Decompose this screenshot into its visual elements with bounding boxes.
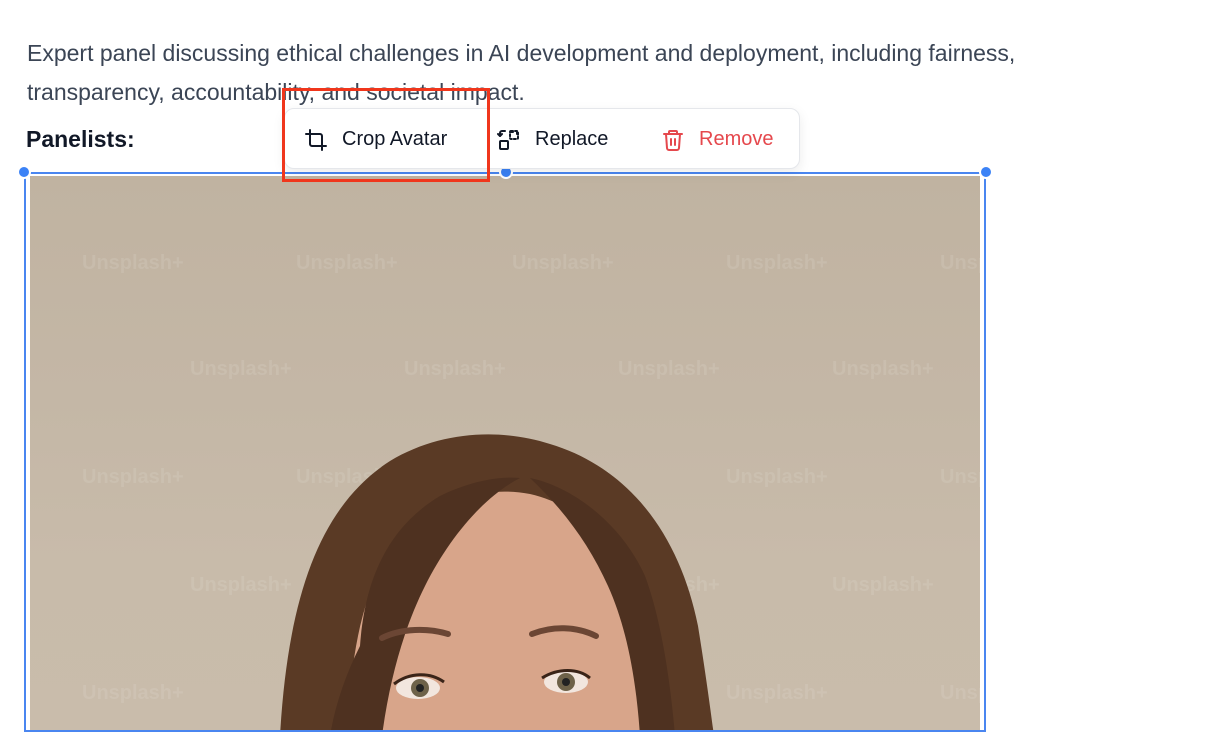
remove-button[interactable]: Remove <box>661 109 773 170</box>
panelists-label: Panelists: <box>26 126 135 152</box>
image-toolbar: Crop Avatar Replace Remove <box>284 108 800 169</box>
crop-avatar-button[interactable]: Crop Avatar <box>304 109 447 170</box>
portrait-illustration <box>280 434 714 730</box>
crop-avatar-label: Crop Avatar <box>342 128 448 150</box>
crop-icon <box>304 128 328 152</box>
replace-label: Replace <box>535 128 609 150</box>
panel-description: Expert panel discussing ethical challeng… <box>27 40 1016 105</box>
replace-image-icon <box>497 128 521 152</box>
resize-handle-top-right[interactable] <box>979 165 993 179</box>
avatar-photo: Unsplash+ Unsplash+ Unsplash+ Unsplash+ … <box>30 176 980 730</box>
trash-icon <box>661 128 685 152</box>
resize-handle-top-left[interactable] <box>17 165 31 179</box>
replace-button[interactable]: Replace <box>497 109 608 170</box>
selected-avatar-image[interactable]: Unsplash+ Unsplash+ Unsplash+ Unsplash+ … <box>24 172 986 732</box>
remove-label: Remove <box>699 128 774 150</box>
